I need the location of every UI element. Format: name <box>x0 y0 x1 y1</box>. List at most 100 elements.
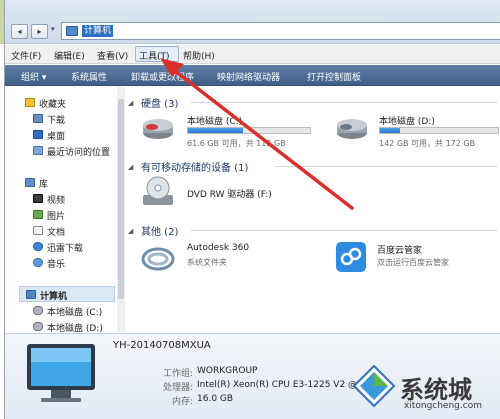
collapse-hdd-icon[interactable]: ◢ <box>128 99 133 107</box>
menu-file[interactable]: 文件(F) <box>11 49 41 62</box>
item-name: 百度云管家 <box>377 246 423 256</box>
computer-name: YH-20140708MXUA <box>113 340 211 351</box>
workgroup-value: WORKGROUP <box>197 366 258 376</box>
autodesk-360-tile[interactable]: Autodesk 360 系统文件夹 <box>141 241 321 281</box>
nav-label: 图片 <box>47 212 66 222</box>
watermark-title: 系统城 <box>400 376 472 404</box>
group-hard-drives[interactable]: 硬盘 (3) <box>141 95 178 110</box>
address-field[interactable]: 计算机 <box>61 22 500 40</box>
nav-computer[interactable]: 计算机 <box>19 286 115 302</box>
download-folder-icon <box>33 114 43 123</box>
menu-bar: 文件(F) 编辑(E) 查看(V) 工具(T) 帮助(H) <box>5 45 500 64</box>
menu-view[interactable]: 查看(V) <box>97 49 128 62</box>
open-control-panel-button[interactable]: 打开控制面板 <box>307 70 361 83</box>
computer-icon <box>66 26 78 36</box>
watermark-url: xitongcheng.com <box>404 401 482 411</box>
nav-label: 计算机 <box>40 292 68 302</box>
nav-item-thunder-downloads[interactable]: 迅雷下载 <box>5 239 115 255</box>
hard-drive-icon <box>33 306 43 315</box>
memory-label: 内存: <box>171 397 193 407</box>
nav-scrollbar-thumb[interactable] <box>118 99 124 299</box>
nav-label: 本地磁盘 (C:) <box>47 308 103 318</box>
map-network-drive-button[interactable]: 映射网络驱动器 <box>217 70 280 83</box>
nav-label: 迅雷下载 <box>47 244 84 254</box>
hard-drive-icon <box>143 119 173 139</box>
nav-label: 桌面 <box>47 132 66 142</box>
nav-label: 收藏夹 <box>39 100 67 110</box>
collapse-other-icon[interactable]: ◢ <box>128 227 133 235</box>
drive-usage-bar <box>187 127 311 134</box>
recent-pages-chevron-down-icon[interactable]: ▾ <box>51 25 55 33</box>
xitongcheng-logo <box>352 364 396 408</box>
organize-button[interactable]: 组织 ▾ <box>21 70 46 83</box>
drive-free-space: 142 GB 可用，共 172 GB <box>379 139 476 148</box>
back-button[interactable]: ◂ <box>11 24 28 39</box>
nav-item-music[interactable]: 音乐 <box>5 255 115 271</box>
forward-button[interactable]: ▸ <box>31 24 48 39</box>
library-icon <box>25 178 35 187</box>
autodesk-360-icon <box>141 247 175 271</box>
drive-usage-fill <box>380 128 401 133</box>
drive-name: 本地磁盘 (C:) <box>187 117 243 127</box>
baidu-cloud-icon <box>336 242 366 272</box>
nav-item-drive-c[interactable]: 本地磁盘 (C:) <box>5 303 115 319</box>
drive-usage-fill <box>188 128 243 133</box>
drive-name: 本地磁盘 (D:) <box>379 117 435 127</box>
nav-scrollbar[interactable] <box>117 87 125 332</box>
menu-edit[interactable]: 编辑(E) <box>54 49 85 62</box>
video-icon <box>33 194 43 203</box>
baidu-cloud-tile[interactable]: 百度云管家 双击运行百度云管家 <box>335 241 500 281</box>
uninstall-program-button[interactable]: 卸载或更改程序 <box>131 70 194 83</box>
address-path: 计算机 <box>82 25 114 37</box>
nav-label: 最近访问的位置 <box>47 148 111 158</box>
nav-item-documents[interactable]: 文档 <box>5 223 115 239</box>
nav-item-desktop[interactable]: 桌面 <box>5 127 115 143</box>
nav-label: 文档 <box>47 228 66 238</box>
nav-label: 视频 <box>47 196 66 206</box>
star-icon <box>25 98 35 107</box>
desktop-icon <box>33 130 43 139</box>
item-name: Autodesk 360 <box>187 243 250 253</box>
item-subtitle: 双击运行百度云管家 <box>377 258 449 267</box>
picture-icon <box>33 210 43 219</box>
workgroup-label: 工作组: <box>162 369 193 379</box>
command-bar: 组织 ▾ 系统属性 卸载或更改程序 映射网络驱动器 打开控制面板 <box>5 65 500 86</box>
nav-item-videos[interactable]: 视频 <box>5 191 115 207</box>
drive-free-space: 61.6 GB 可用，共 112 GB <box>187 139 286 148</box>
nav-item-recent[interactable]: 最近访问的位置 <box>5 143 115 159</box>
nav-label: 库 <box>39 180 49 190</box>
group-divider <box>275 166 497 167</box>
nav-favorites[interactable]: 收藏夹 <box>5 95 115 111</box>
menu-tools[interactable]: 工具(T) <box>139 49 170 62</box>
group-divider <box>191 230 497 231</box>
nav-item-downloads[interactable]: 下载 <box>5 111 115 127</box>
menu-help[interactable]: 帮助(H) <box>183 49 215 62</box>
dvd-drive-tile[interactable]: DVD RW 驱动器 (F:) <box>141 175 321 215</box>
nav-libraries[interactable]: 库 <box>5 175 115 191</box>
computer-icon <box>26 290 36 299</box>
thunder-download-icon <box>33 242 43 251</box>
dvd-drive-icon <box>143 176 173 205</box>
system-properties-button[interactable]: 系统属性 <box>71 70 107 83</box>
recent-places-icon <box>33 146 43 155</box>
nav-item-pictures[interactable]: 图片 <box>5 207 115 223</box>
processor-label: 处理器: <box>162 383 193 393</box>
drive-c-tile[interactable]: 本地磁盘 (C:) 61.6 GB 可用，共 112 GB <box>141 111 321 151</box>
drive-d-tile[interactable]: 本地磁盘 (D:) 142 GB 可用，共 172 GB <box>335 111 500 151</box>
drive-usage-bar <box>379 127 499 134</box>
hard-drive-icon <box>337 119 367 139</box>
hard-drive-icon <box>33 322 43 331</box>
content-pane: ◢ 硬盘 (3) 本地磁盘 (C:) 61.6 GB 可用，共 112 GB 本… <box>127 87 500 332</box>
group-divider <box>191 102 497 103</box>
nav-label: 音乐 <box>47 260 66 270</box>
navigation-pane: 收藏夹 下载 桌面 最近访问的位置 库 视频 图片 文档 迅雷下载 音乐 计算机… <box>5 87 125 334</box>
computer-monitor-icon <box>27 344 95 402</box>
nav-label: 下载 <box>47 116 66 126</box>
document-icon <box>33 226 43 235</box>
group-removable[interactable]: 有可移动存储的设备 (1) <box>141 159 248 174</box>
explorer-window: ◂ ▸ ▾ 计算机 文件(F) 编辑(E) 查看(V) 工具(T) 帮助(H) … <box>4 0 500 419</box>
music-icon <box>33 258 43 267</box>
collapse-removable-icon[interactable]: ◢ <box>128 163 133 171</box>
group-other[interactable]: 其他 (2) <box>141 223 178 238</box>
drive-name: DVD RW 驱动器 (F:) <box>187 190 272 200</box>
